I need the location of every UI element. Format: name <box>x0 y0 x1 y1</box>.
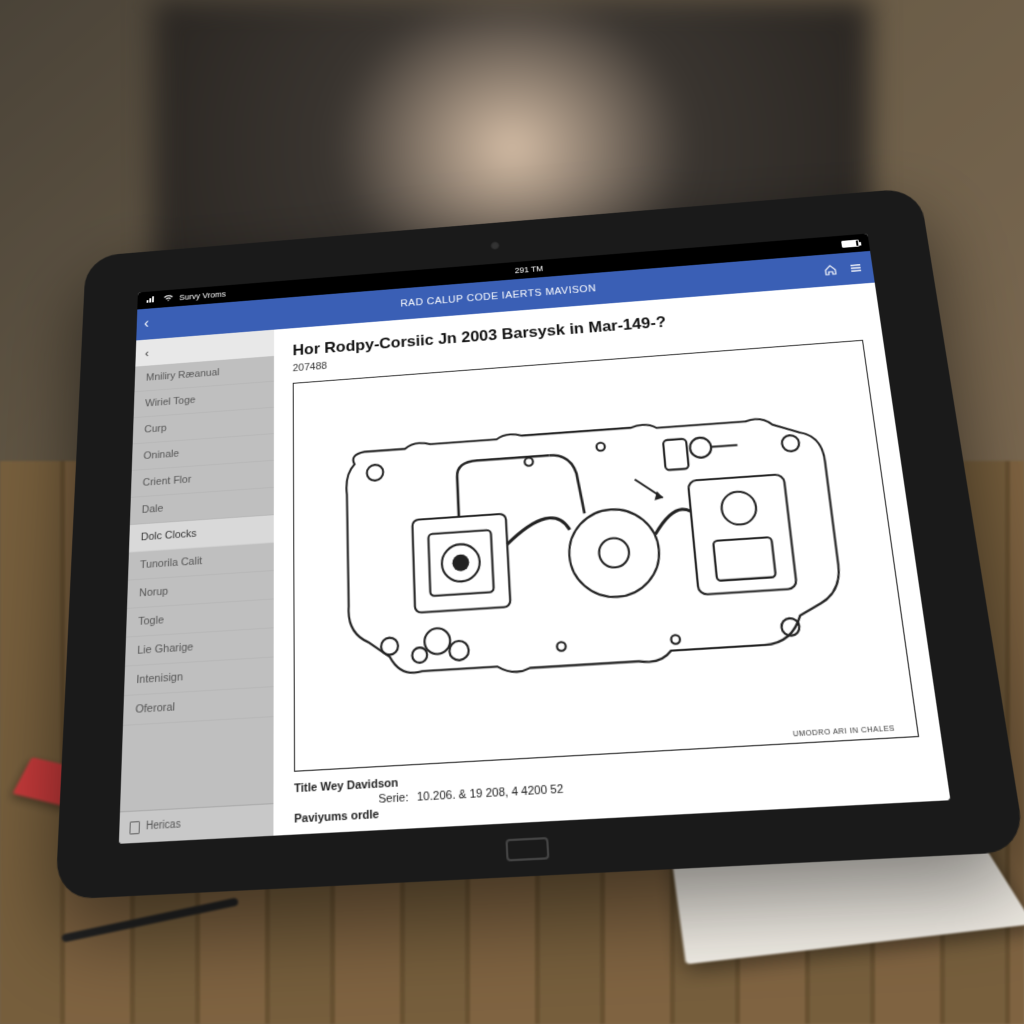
battery-icon <box>841 240 859 248</box>
sidebar-list: Mniliry Ræanual Wiriel Toge Curp Oninale… <box>120 356 274 811</box>
meta-partnum-label: Paviyums ordle <box>294 808 388 826</box>
diagram-container[interactable]: UMODRO ARI IN CHALES <box>293 340 919 772</box>
sidebar-footer-button[interactable]: Hericas <box>119 803 274 844</box>
chevron-left-icon: ‹ <box>144 316 150 332</box>
signal-icon <box>147 295 158 304</box>
tablet-device: Survy Vroms 291 TM ‹ RAD CALUP CODE IAER… <box>55 188 1024 900</box>
status-time: 291 TM <box>514 264 543 275</box>
meta-serie-label: Serie: <box>346 791 409 807</box>
menu-icon[interactable] <box>848 261 863 274</box>
chevron-left-icon: ‹ <box>145 346 149 359</box>
app-title: RAD CALUP CODE IAERTS MAVISON <box>400 283 596 309</box>
tablet-camera <box>490 241 500 250</box>
main-content: Hor Rodpy-Corsiic Jn 2003 Barsysk in Mar… <box>273 283 950 836</box>
mechanical-diagram <box>294 341 918 771</box>
back-button[interactable]: ‹ <box>144 308 154 340</box>
carrier-label: Survy Vroms <box>179 290 226 302</box>
wifi-icon <box>163 293 174 303</box>
sidebar: ‹ Mniliry Ræanual Wiriel Toge Curp Onina… <box>119 330 274 844</box>
app-screen: Survy Vroms 291 TM ‹ RAD CALUP CODE IAER… <box>119 234 951 844</box>
document-icon <box>129 821 140 835</box>
home-icon[interactable] <box>823 263 838 276</box>
tablet-home-button[interactable] <box>505 837 549 862</box>
